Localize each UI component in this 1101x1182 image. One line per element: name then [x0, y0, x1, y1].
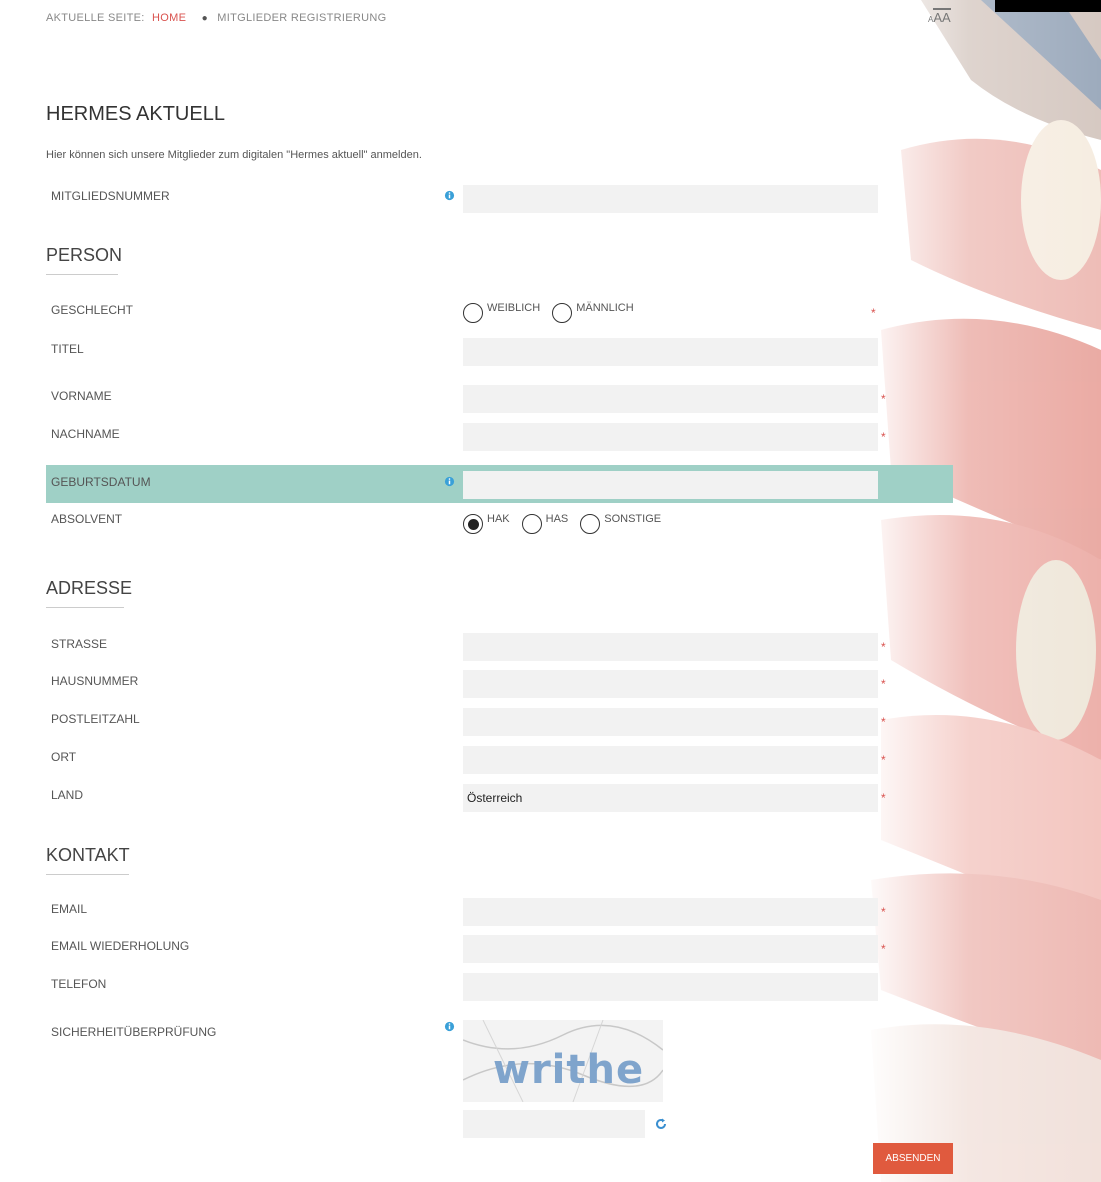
birth-date-label: GEBURTSDATUM — [51, 475, 151, 489]
info-icon[interactable] — [444, 1021, 455, 1032]
font-size-control: AAA — [928, 8, 951, 25]
page-title: HERMES AKTUELL — [46, 103, 225, 125]
gender-label: GESCHLECHT — [51, 303, 134, 317]
captcha-image: writhe — [463, 1020, 663, 1102]
first-name-label: VORNAME — [51, 389, 112, 403]
gender-radio-male[interactable] — [552, 303, 573, 323]
gender-radio-group: WEIBLICH MÄNNLICH — [463, 302, 646, 323]
phone-input[interactable] — [463, 973, 878, 1001]
title-label: TITEL — [51, 342, 84, 356]
breadcrumb-current: MITGLIEDER REGISTRIERUNG — [217, 12, 387, 24]
street-input[interactable] — [463, 633, 878, 661]
required-marker: * — [881, 753, 886, 767]
last-name-input[interactable] — [463, 423, 878, 451]
graduate-radio-other[interactable] — [580, 514, 601, 534]
title-input[interactable] — [463, 338, 878, 366]
graduate-radio-group: HAK HAS SONSTIGE — [463, 513, 673, 534]
info-icon[interactable] — [444, 190, 455, 201]
breadcrumb-separator: ● — [201, 13, 208, 24]
required-marker: * — [881, 715, 886, 729]
captcha-text: writhe — [493, 1047, 644, 1093]
first-name-input[interactable] — [463, 385, 878, 413]
member-number-input[interactable] — [463, 185, 878, 213]
required-marker: * — [871, 306, 876, 320]
zip-input[interactable] — [463, 708, 878, 736]
required-marker: * — [881, 430, 886, 444]
email-input[interactable] — [463, 898, 878, 926]
refresh-icon[interactable] — [655, 1118, 667, 1130]
zip-label: POSTLEITZAHL — [51, 712, 140, 726]
graduate-option-other: SONSTIGE — [604, 513, 662, 525]
email-repeat-input[interactable] — [463, 935, 878, 963]
house-number-label: HAUSNUMMER — [51, 674, 139, 688]
section-heading-person: PERSON — [46, 245, 122, 275]
email-repeat-label: EMAIL WIEDERHOLUNG — [51, 939, 190, 953]
breadcrumb-prefix: AKTUELLE SEITE: — [46, 12, 145, 24]
email-label: EMAIL — [51, 902, 88, 916]
required-marker: * — [881, 392, 886, 406]
city-label: ORT — [51, 750, 77, 764]
intro-text: Hier können sich unsere Mitglieder zum d… — [46, 149, 422, 161]
city-input[interactable] — [463, 746, 878, 774]
books-background-image — [861, 0, 1101, 1182]
submit-button[interactable]: ABSENDEN — [873, 1143, 953, 1174]
breadcrumb: AKTUELLE SEITE: HOME ● MITGLIEDER REGIST… — [46, 12, 386, 24]
house-number-input[interactable] — [463, 670, 878, 698]
security-check-label: SICHERHEITÜBERPRÜFUNG — [51, 1025, 217, 1039]
gender-option-male: MÄNNLICH — [576, 302, 634, 314]
required-marker: * — [881, 791, 886, 805]
captcha-input[interactable] — [463, 1110, 645, 1138]
gender-radio-female[interactable] — [463, 303, 483, 323]
section-heading-contact: KONTAKT — [46, 845, 130, 875]
font-size-medium-button[interactable]: A — [933, 8, 943, 25]
required-marker: * — [881, 905, 886, 919]
country-select[interactable] — [463, 784, 878, 812]
birth-date-input[interactable] — [463, 471, 878, 499]
font-size-large-button[interactable]: A — [942, 8, 951, 25]
country-label: LAND — [51, 788, 84, 802]
graduate-radio-hak[interactable] — [463, 514, 483, 534]
required-marker: * — [881, 942, 886, 956]
country-select-value: Österreich — [467, 791, 523, 805]
breadcrumb-home-link[interactable]: HOME — [152, 12, 186, 24]
member-number-label: MITGLIEDSNUMMER — [51, 189, 170, 203]
graduate-option-has: HAS — [545, 513, 569, 525]
section-heading-address: ADRESSE — [46, 578, 132, 608]
required-marker: * — [881, 677, 886, 691]
gender-option-female: WEIBLICH — [487, 302, 541, 314]
phone-label: TELEFON — [51, 977, 107, 991]
required-marker: * — [881, 640, 886, 654]
graduate-option-hak: HAK — [487, 513, 510, 525]
top-right-black-bar — [995, 0, 1101, 12]
graduate-radio-has[interactable] — [521, 514, 542, 534]
graduate-label: ABSOLVENT — [51, 512, 123, 526]
street-label: STRASSE — [51, 637, 108, 651]
info-icon[interactable] — [444, 476, 455, 487]
last-name-label: NACHNAME — [51, 427, 120, 441]
